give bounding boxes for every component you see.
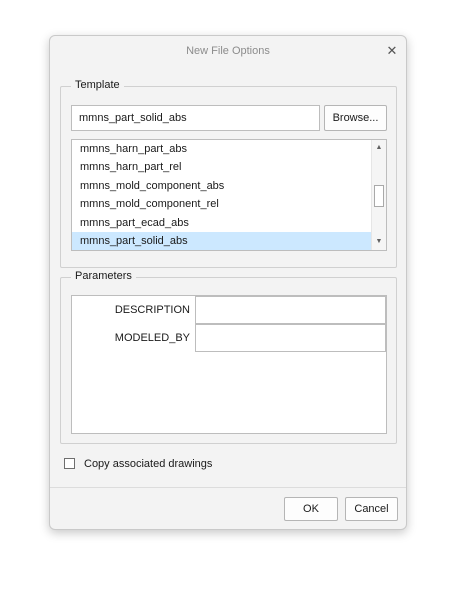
parameters-group: Parameters DESCRIPTION MODELED_BY [60,270,397,444]
list-item[interactable]: mmns_mold_component_rel [72,195,371,213]
template-input[interactable]: mmns_part_solid_abs [71,105,320,131]
list-item[interactable]: mmns_harn_part_rel [72,158,371,176]
parameter-name: DESCRIPTION [114,304,190,316]
list-item[interactable]: mmns_harn_part_abs [72,140,371,158]
parameters-table: DESCRIPTION MODELED_BY [71,295,387,434]
table-row: DESCRIPTION [72,296,386,324]
template-list-items: mmns_harn_part_abs mmns_harn_part_rel mm… [72,140,371,250]
template-group-label: Template [71,79,124,91]
browse-button[interactable]: Browse... [324,105,387,131]
new-file-options-dialog: New File Options ✕ Template mmns_part_so… [49,35,407,530]
ok-button[interactable]: OK [284,497,338,521]
cancel-button[interactable]: Cancel [345,497,398,521]
parameter-name: MODELED_BY [114,332,190,344]
modeled-by-field[interactable] [195,324,386,352]
chevron-down-icon[interactable]: ▼ [372,235,386,249]
scroll-thumb[interactable] [374,185,384,207]
copy-drawings-label: Copy associated drawings [84,458,213,470]
title-bar: New File Options ✕ [50,36,406,67]
list-item[interactable]: mmns_part_ecad_abs [72,214,371,232]
dialog-title: New File Options [186,45,270,57]
list-scrollbar[interactable]: ▲ ▼ [371,140,386,250]
dialog-footer: OK Cancel [50,487,406,529]
chevron-up-icon[interactable]: ▲ [372,141,386,155]
list-item[interactable]: mmns_mold_component_abs [72,177,371,195]
description-field[interactable] [195,296,386,324]
close-icon[interactable]: ✕ [384,43,400,59]
template-group: Template mmns_part_solid_abs Browse... m… [60,79,397,268]
table-row: MODELED_BY [72,324,386,352]
template-list[interactable]: mmns_harn_part_abs mmns_harn_part_rel mm… [71,139,387,251]
parameters-group-label: Parameters [71,270,136,282]
copy-drawings-checkbox[interactable] [64,458,75,469]
list-item-selected[interactable]: mmns_part_solid_abs [72,231,371,250]
